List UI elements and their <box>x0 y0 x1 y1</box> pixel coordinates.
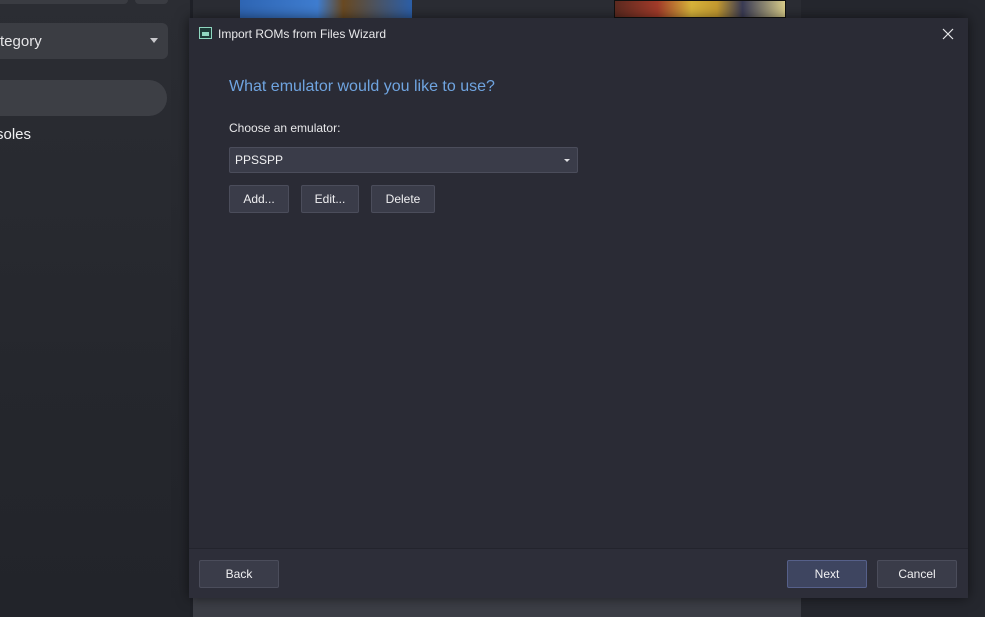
chevron-down-icon <box>150 38 158 43</box>
rom-wizard-icon <box>199 27 212 39</box>
background-toolbar-field <box>0 0 128 4</box>
emulator-select-value: PPSSPP <box>235 153 284 167</box>
category-dropdown-label: tegory <box>0 32 42 50</box>
category-dropdown[interactable]: tegory <box>0 23 168 59</box>
edit-emulator-button[interactable]: Edit... <box>301 185 359 213</box>
page-heading: What emulator would you like to use? <box>229 78 495 95</box>
next-button[interactable]: Next <box>787 560 867 588</box>
sidebar-item-consoles[interactable]: soles <box>0 126 31 143</box>
cancel-button[interactable]: Cancel <box>877 560 957 588</box>
dialog-title: Import ROMs from Files Wizard <box>218 27 387 41</box>
sidebar-search-pill[interactable] <box>0 80 167 116</box>
delete-emulator-button[interactable]: Delete <box>371 185 435 213</box>
background-bottom-bar <box>193 598 801 617</box>
close-icon[interactable] <box>940 26 956 42</box>
back-button[interactable]: Back <box>199 560 279 588</box>
game-cover-art[interactable] <box>614 0 786 18</box>
background-sidebar: tegory soles <box>0 0 190 617</box>
chevron-down-icon <box>564 159 570 162</box>
import-roms-wizard-dialog: Import ROMs from Files Wizard What emula… <box>189 18 968 598</box>
background-toolbar-button <box>135 0 168 4</box>
game-cover-art[interactable] <box>240 0 412 18</box>
dialog-footer: Back Next Cancel <box>189 548 968 598</box>
emulator-label: Choose an emulator: <box>229 121 341 135</box>
dialog-titlebar: Import ROMs from Files Wizard <box>189 18 968 50</box>
add-emulator-button[interactable]: Add... <box>229 185 289 213</box>
emulator-select[interactable]: PPSSPP <box>229 147 578 173</box>
